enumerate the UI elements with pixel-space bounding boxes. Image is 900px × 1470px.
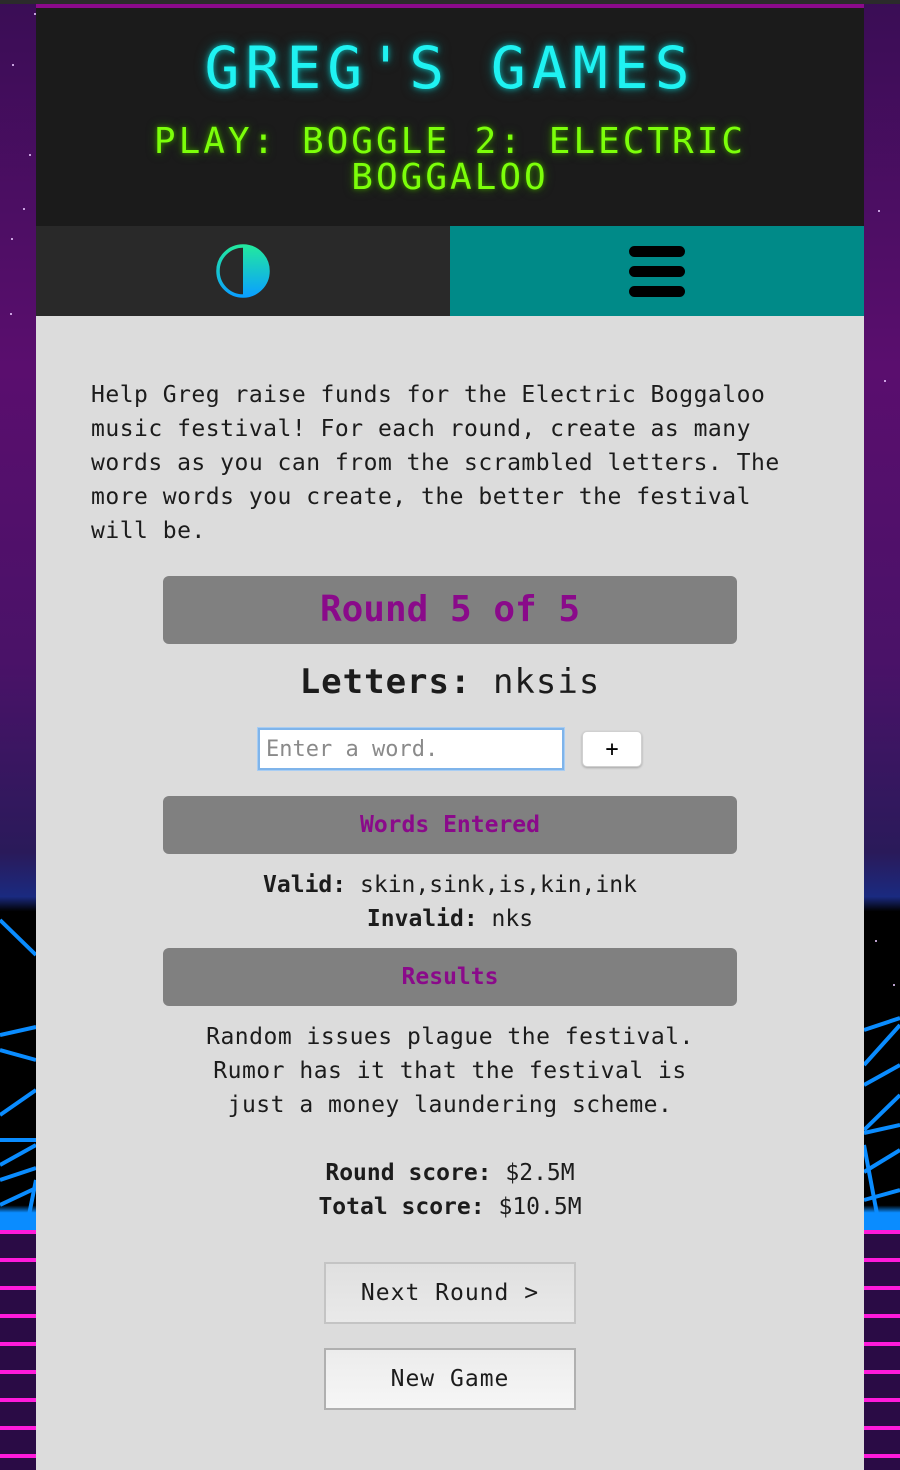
valid-label: Valid: bbox=[263, 872, 347, 898]
hamburger-line bbox=[629, 245, 685, 257]
valid-words-value: skin,sink,is,kin,ink bbox=[360, 872, 637, 898]
site-header: GREG'S GAMES Play: Boggle 2: Electric Bo… bbox=[36, 0, 864, 226]
add-word-button[interactable]: + bbox=[582, 731, 642, 767]
new-game-button[interactable]: New Game bbox=[324, 1348, 576, 1410]
star bbox=[11, 238, 13, 240]
hamburger-line bbox=[629, 265, 685, 277]
results-heading: Results bbox=[163, 948, 737, 1006]
theme-toggle-button[interactable] bbox=[36, 226, 450, 316]
star bbox=[29, 154, 31, 156]
contrast-half-circle-icon bbox=[216, 244, 270, 298]
invalid-words-value: nks bbox=[491, 906, 534, 932]
star bbox=[884, 380, 886, 382]
game-title-prefix: Play: bbox=[153, 121, 302, 162]
total-score: Total score: $10.5M bbox=[36, 1190, 864, 1224]
word-entry-row: + bbox=[36, 728, 864, 770]
star bbox=[12, 64, 14, 66]
game-title-text: Boggle 2: Electric Boggaloo bbox=[301, 121, 747, 198]
page-container: GREG'S GAMES Play: Boggle 2: Electric Bo… bbox=[36, 0, 864, 1470]
word-input[interactable] bbox=[258, 728, 564, 770]
star bbox=[23, 208, 25, 210]
nav-bar bbox=[36, 226, 864, 316]
results-text: Random issues plague the festival. Rumor… bbox=[206, 1024, 694, 1118]
total-score-value: $10.5M bbox=[498, 1194, 582, 1220]
letters-display: Letters: nksis bbox=[163, 662, 737, 702]
total-score-label: Total score: bbox=[318, 1194, 485, 1220]
menu-button[interactable] bbox=[450, 226, 864, 316]
valid-words: Valid: skin,sink,is,kin,ink bbox=[163, 868, 737, 902]
intro-text: Help Greg raise funds for the Electric B… bbox=[91, 382, 780, 544]
hamburger-menu-icon bbox=[629, 245, 685, 297]
next-round-button[interactable]: Next Round > bbox=[324, 1262, 576, 1324]
site-title[interactable]: GREG'S GAMES bbox=[36, 4, 864, 102]
words-entered-heading: Words Entered bbox=[163, 796, 737, 854]
invalid-words: Invalid: nks bbox=[163, 902, 737, 936]
score-summary: Round score: $2.5M Total score: $10.5M bbox=[36, 1156, 864, 1224]
star bbox=[878, 210, 880, 212]
round-indicator: Round 5 of 5 bbox=[163, 576, 737, 644]
star bbox=[875, 940, 877, 942]
game-content: Help Greg raise funds for the Electric B… bbox=[36, 316, 864, 1410]
words-entered-panel: Words Entered Valid: skin,sink,is,kin,in… bbox=[163, 796, 737, 1006]
invalid-label: Invalid: bbox=[366, 906, 478, 932]
star bbox=[893, 984, 895, 986]
letters-value: nksis bbox=[492, 662, 601, 702]
round-score-value: $2.5M bbox=[505, 1160, 575, 1186]
round-score-label: Round score: bbox=[325, 1160, 492, 1186]
hamburger-line bbox=[629, 285, 685, 297]
words-entered-list: Valid: skin,sink,is,kin,ink Invalid: nks bbox=[163, 868, 737, 936]
game-title: Play: Boggle 2: Electric Boggaloo bbox=[76, 124, 824, 196]
round-score: Round score: $2.5M bbox=[36, 1156, 864, 1190]
round-panel: Round 5 of 5 Letters: nksis bbox=[163, 576, 737, 702]
star bbox=[10, 313, 12, 315]
letters-label: Letters: bbox=[299, 662, 472, 702]
